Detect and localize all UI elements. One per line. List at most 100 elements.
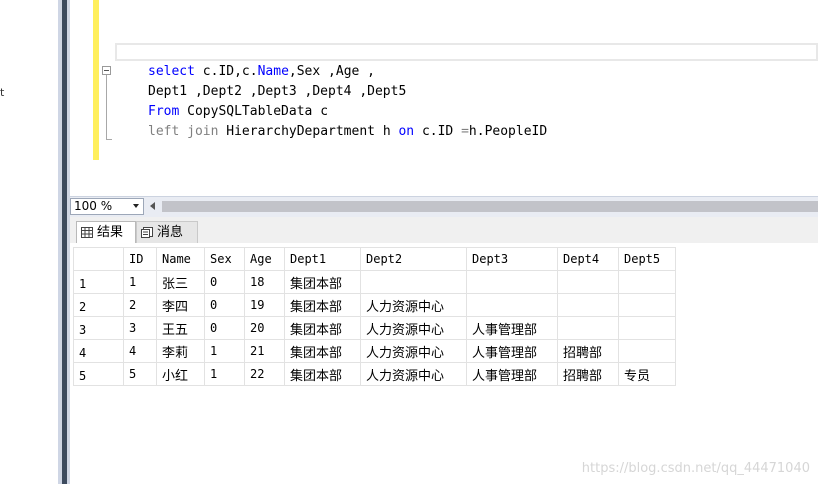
table-cell[interactable]	[618, 293, 676, 317]
code-token: select	[148, 64, 195, 79]
fold-guide	[106, 75, 107, 139]
table-cell[interactable]: 1	[204, 339, 245, 363]
splitter-bar	[62, 0, 67, 484]
code-token: HierarchyDepartment h	[218, 124, 399, 139]
table-row[interactable]: 5 5 小红 1 22 集团本部 人力资源中心 人事管理部 招聘部 专员	[73, 362, 676, 386]
table-row[interactable]: 2 2 李四 0 19 集团本部 人力资源中心	[73, 293, 676, 317]
table-cell[interactable]: 人力资源中心	[360, 362, 467, 386]
table-cell[interactable]: 李莉	[156, 339, 205, 363]
table-cell[interactable]: 小红	[156, 362, 205, 386]
tab-messages[interactable]: 消息	[136, 221, 198, 243]
table-cell[interactable]: 19	[244, 293, 285, 317]
table-cell[interactable]: 专员	[618, 362, 676, 386]
table-cell[interactable]: 人事管理部	[466, 362, 558, 386]
table-cell[interactable]: 22	[244, 362, 285, 386]
code-token: =	[461, 124, 469, 139]
code-line[interactable]: Dept1 ,Dept2 ,Dept3 ,Dept4 ,Dept5	[148, 82, 547, 102]
table-cell[interactable]: 1	[123, 270, 157, 294]
table-cell[interactable]: 集团本部	[284, 362, 361, 386]
table-cell[interactable]	[466, 293, 558, 317]
code-token: h.PeopleID	[468, 124, 548, 139]
table-cell[interactable]	[557, 316, 619, 340]
table-cell[interactable]: 0	[204, 316, 245, 340]
table-cell[interactable]: 0	[204, 293, 245, 317]
table-cell[interactable]	[557, 293, 619, 317]
table-row[interactable]: 4 4 李莉 1 21 集团本部 人力资源中心 人事管理部 招聘部	[73, 339, 676, 363]
table-cell[interactable]	[557, 270, 619, 294]
table-cell[interactable]: 人事管理部	[466, 339, 558, 363]
table-row[interactable]: 3 3 王五 0 20 集团本部 人力资源中心 人事管理部	[73, 316, 676, 340]
grid-icon	[81, 227, 93, 238]
table-cell[interactable]	[618, 316, 676, 340]
table-cell[interactable]: 21	[244, 339, 285, 363]
table-cell[interactable]: 招聘部	[557, 339, 619, 363]
table-cell[interactable]: 2	[123, 293, 157, 317]
row-number[interactable]: 5	[73, 362, 124, 386]
code-token: ,Sex ,Age ,	[288, 64, 375, 79]
table-cell[interactable]: 人力资源中心	[360, 339, 467, 363]
column-header[interactable]: Dept1	[284, 247, 361, 271]
row-number[interactable]: 4	[73, 339, 124, 363]
sql-code[interactable]: select c.ID,c.Name,Sex ,Age , Dept1 ,Dept…	[148, 62, 547, 142]
table-cell[interactable]: 18	[244, 270, 285, 294]
row-number[interactable]: 2	[73, 293, 124, 317]
table-cell[interactable]: 5	[123, 362, 157, 386]
table-cell[interactable]: 人力资源中心	[360, 316, 467, 340]
watermark: https://blog.csdn.net/qq_44471040	[581, 461, 810, 476]
change-indicator	[93, 0, 99, 160]
table-cell[interactable]: 集团本部	[284, 293, 361, 317]
table-cell[interactable]: 集团本部	[284, 339, 361, 363]
table-cell[interactable]: 招聘部	[557, 362, 619, 386]
table-row[interactable]: 1 1 张三 0 18 集团本部	[73, 270, 676, 294]
column-header[interactable]: Dept4	[557, 247, 619, 271]
table-cell[interactable]: 1	[204, 362, 245, 386]
table-cell[interactable]	[466, 270, 558, 294]
row-number[interactable]: 3	[73, 316, 124, 340]
zoom-select[interactable]: 100 %	[70, 198, 144, 215]
results-tabbar: 结果 消息	[70, 217, 818, 244]
column-header[interactable]: Age	[244, 247, 285, 271]
left-panel-text: t	[0, 86, 5, 99]
table-cell[interactable]: 李四	[156, 293, 205, 317]
editor-statusbar: 100 %	[70, 196, 818, 217]
table-cell[interactable]: 3	[123, 316, 157, 340]
table-cell[interactable]: 集团本部	[284, 316, 361, 340]
table-cell[interactable]: 20	[244, 316, 285, 340]
code-line[interactable]: From CopySQLTableData c	[148, 102, 547, 122]
table-cell[interactable]: 集团本部	[284, 270, 361, 294]
column-header[interactable]: Dept3	[466, 247, 558, 271]
table-cell[interactable]: 人事管理部	[466, 316, 558, 340]
code-token: From	[148, 104, 180, 119]
message-icon	[141, 227, 153, 238]
table-cell[interactable]: 0	[204, 270, 245, 294]
tab-results[interactable]: 结果	[76, 221, 136, 243]
grid-corner[interactable]	[73, 247, 124, 271]
column-header[interactable]: Name	[156, 247, 205, 271]
chevron-down-icon[interactable]	[133, 204, 139, 208]
column-header[interactable]: Dept5	[618, 247, 676, 271]
table-cell[interactable]: 4	[123, 339, 157, 363]
table-cell[interactable]	[360, 270, 467, 294]
column-header[interactable]: Dept2	[360, 247, 467, 271]
zoom-value: 100 %	[74, 199, 113, 213]
table-cell[interactable]: 王五	[156, 316, 205, 340]
code-token: c.ID	[414, 124, 462, 139]
table-cell[interactable]: 人力资源中心	[360, 293, 467, 317]
horizontal-scrollbar[interactable]	[162, 201, 818, 212]
column-header[interactable]: Sex	[204, 247, 245, 271]
table-cell[interactable]: 张三	[156, 270, 205, 294]
results-grid[interactable]: ID Name Sex Age Dept1 Dept2 Dept3 Dept4 …	[73, 247, 676, 386]
code-token: c.ID,c.	[194, 64, 258, 79]
code-line[interactable]: select c.ID,c.Name,Sex ,Age ,	[148, 62, 547, 82]
column-header[interactable]: ID	[123, 247, 157, 271]
current-line-highlight	[115, 43, 818, 61]
tab-results-label: 结果	[97, 225, 124, 240]
row-number[interactable]: 1	[73, 270, 124, 294]
code-line[interactable]: left join HierarchyDepartment h on c.ID …	[148, 122, 547, 142]
collapse-icon[interactable]	[102, 66, 111, 75]
query-editor[interactable]: select c.ID,c.Name,Sex ,Age , Dept1 ,Dept…	[70, 0, 818, 196]
code-token: CopySQLTableData c	[179, 104, 329, 119]
scroll-left-icon[interactable]	[150, 202, 155, 210]
table-cell[interactable]	[618, 270, 676, 294]
table-cell[interactable]	[618, 339, 676, 363]
